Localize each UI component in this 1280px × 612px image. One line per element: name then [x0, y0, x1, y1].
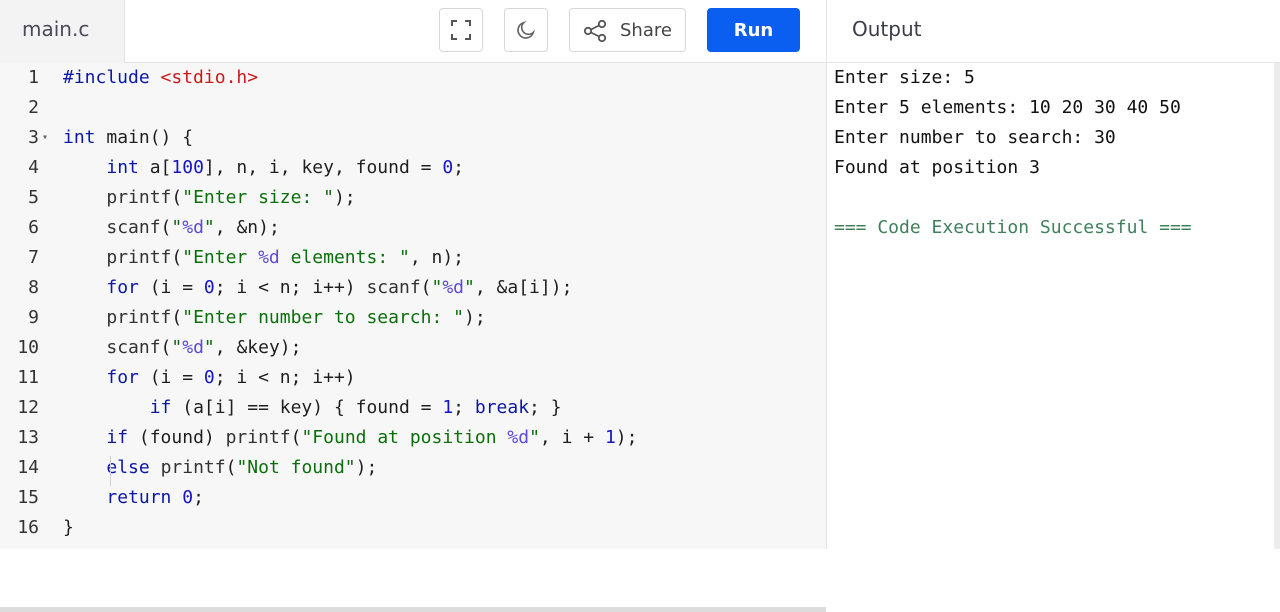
code-text: return 0; — [106, 487, 204, 508]
code-line[interactable]: 7 printf("Enter %d elements: ", n); — [0, 243, 826, 273]
moon-icon — [517, 20, 536, 39]
file-tab-main-c[interactable]: main.c — [0, 0, 125, 63]
line-number: 1 — [28, 67, 39, 88]
line-number: 13 — [17, 427, 39, 448]
code-text: scanf("%d", &n); — [106, 217, 280, 238]
line-number: 5 — [28, 187, 39, 208]
line-number: 3 — [28, 127, 39, 148]
code-line[interactable]: 1 #include <stdio.h> — [0, 63, 826, 93]
code-line[interactable]: 10 scanf("%d", &key); — [0, 333, 826, 363]
top-bar: main.c Share Run Output — [0, 0, 1280, 63]
code-text: printf("Enter %d elements: ", n); — [106, 247, 465, 268]
line-number: 12 — [17, 397, 39, 418]
code-line[interactable]: 5 printf("Enter size: "); — [0, 183, 826, 213]
output-scrollbar[interactable] — [1274, 63, 1280, 549]
line-number: 10 — [17, 337, 39, 358]
file-tab-label: main.c — [22, 17, 90, 41]
share-label: Share — [620, 20, 672, 41]
code-line[interactable]: 11 for (i = 0; i < n; i++) — [0, 363, 826, 393]
line-number: 2 — [28, 97, 39, 118]
line-number: 16 — [17, 517, 39, 538]
code-text: printf("Enter number to search: "); — [106, 307, 486, 328]
output-line: Enter number to search: 30 — [834, 127, 1116, 148]
fullscreen-icon — [451, 20, 471, 40]
code-text: for (i = 0; i < n; i++) — [106, 367, 356, 388]
code-text: } — [63, 517, 74, 538]
theme-toggle-button[interactable] — [504, 8, 548, 52]
code-text: scanf("%d", &key); — [106, 337, 302, 358]
line-number: 14 — [17, 457, 39, 478]
line-number: 11 — [17, 367, 39, 388]
code-line[interactable]: 8 for (i = 0; i < n; i++) scanf("%d", &a… — [0, 273, 826, 303]
output-title: Output — [852, 17, 922, 41]
fold-arrow-icon[interactable]: ▾ — [42, 123, 48, 153]
code-text: if (found) printf("Found at position %d"… — [106, 427, 638, 448]
line-number: 6 — [28, 217, 39, 238]
code-line[interactable]: 2 — [0, 93, 826, 123]
share-button[interactable]: Share — [569, 8, 686, 52]
line-number: 9 — [28, 307, 39, 328]
code-line[interactable]: 9 printf("Enter number to search: "); — [0, 303, 826, 333]
code-line[interactable]: 15 return 0; — [0, 483, 826, 513]
line-number: 15 — [17, 487, 39, 508]
code-text: #include <stdio.h> — [63, 67, 259, 88]
code-line[interactable]: 6 scanf("%d", &n); — [0, 213, 826, 243]
run-button[interactable]: Run — [707, 8, 800, 52]
code-text: int main() { — [63, 127, 194, 148]
line-number: 4 — [28, 157, 39, 178]
code-line[interactable]: 3 ▾ int main() { — [0, 123, 826, 153]
code-line[interactable]: 14 else printf("Not found"); — [0, 453, 826, 483]
code-text: printf("Enter size: "); — [106, 187, 356, 208]
code-line[interactable]: 16} — [0, 513, 826, 543]
output-line: Enter 5 elements: 10 20 30 40 50 — [834, 97, 1181, 118]
editor-horizontal-scrollbar[interactable] — [0, 607, 826, 612]
line-number: 8 — [28, 277, 39, 298]
indent-guide — [110, 456, 111, 486]
output-line: Enter size: 5 — [834, 67, 975, 88]
code-text: for (i = 0; i < n; i++) scanf("%d", &a[i… — [106, 277, 573, 298]
code-text: int a[100], n, i, key, found = 0; — [106, 157, 465, 178]
share-icon — [583, 19, 607, 43]
fullscreen-button[interactable] — [439, 8, 483, 52]
output-line: Found at position 3 — [834, 157, 1040, 178]
execution-status: === Code Execution Successful === — [834, 217, 1192, 238]
code-line[interactable]: 12 if (a[i] == key) { found = 1; break; … — [0, 393, 826, 423]
code-line[interactable]: 4 int a[100], n, i, key, found = 0; — [0, 153, 826, 183]
output-panel: Enter size: 5 Enter 5 elements: 10 20 30 … — [827, 63, 1280, 549]
line-number: 7 — [28, 247, 39, 268]
code-editor[interactable]: 1 #include <stdio.h> 2 3 ▾ int main() { 4 int … — [0, 63, 826, 612]
code-line[interactable]: 13 if (found) printf("Found at position … — [0, 423, 826, 453]
code-text: if (a[i] == key) { found = 1; break; } — [149, 397, 562, 418]
